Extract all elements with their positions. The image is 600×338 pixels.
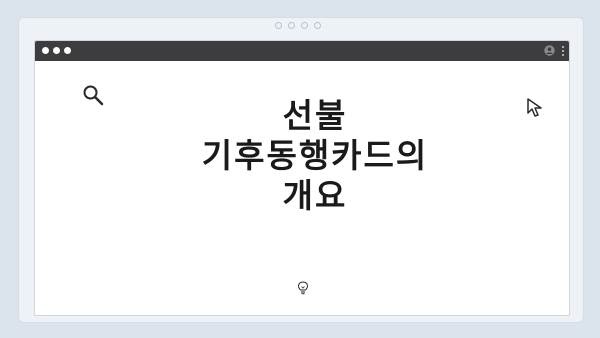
- title-line: 기후동행카드의: [201, 136, 429, 175]
- search-icon[interactable]: [81, 83, 105, 107]
- page-title: 선불 기후동행카드의 개요: [135, 96, 495, 216]
- window-titlebar: [35, 41, 569, 61]
- dot: [314, 22, 321, 29]
- window-control-dot[interactable]: [53, 47, 60, 54]
- kebab-menu-icon[interactable]: [561, 45, 565, 57]
- dot: [301, 22, 308, 29]
- window-control-dot[interactable]: [64, 47, 71, 54]
- dot: [275, 22, 282, 29]
- cursor-icon: [527, 98, 542, 117]
- title-line: 선불: [282, 96, 348, 135]
- user-icon[interactable]: [544, 45, 555, 56]
- window-control-dot[interactable]: [42, 47, 49, 54]
- title-line: 개요: [282, 176, 348, 215]
- window-controls: [42, 47, 71, 54]
- page-indicator-dots: [275, 22, 321, 29]
- browser-window: 선불 기후동행카드의 개요: [34, 40, 570, 316]
- dot: [288, 22, 295, 29]
- lightbulb-icon: [297, 281, 309, 295]
